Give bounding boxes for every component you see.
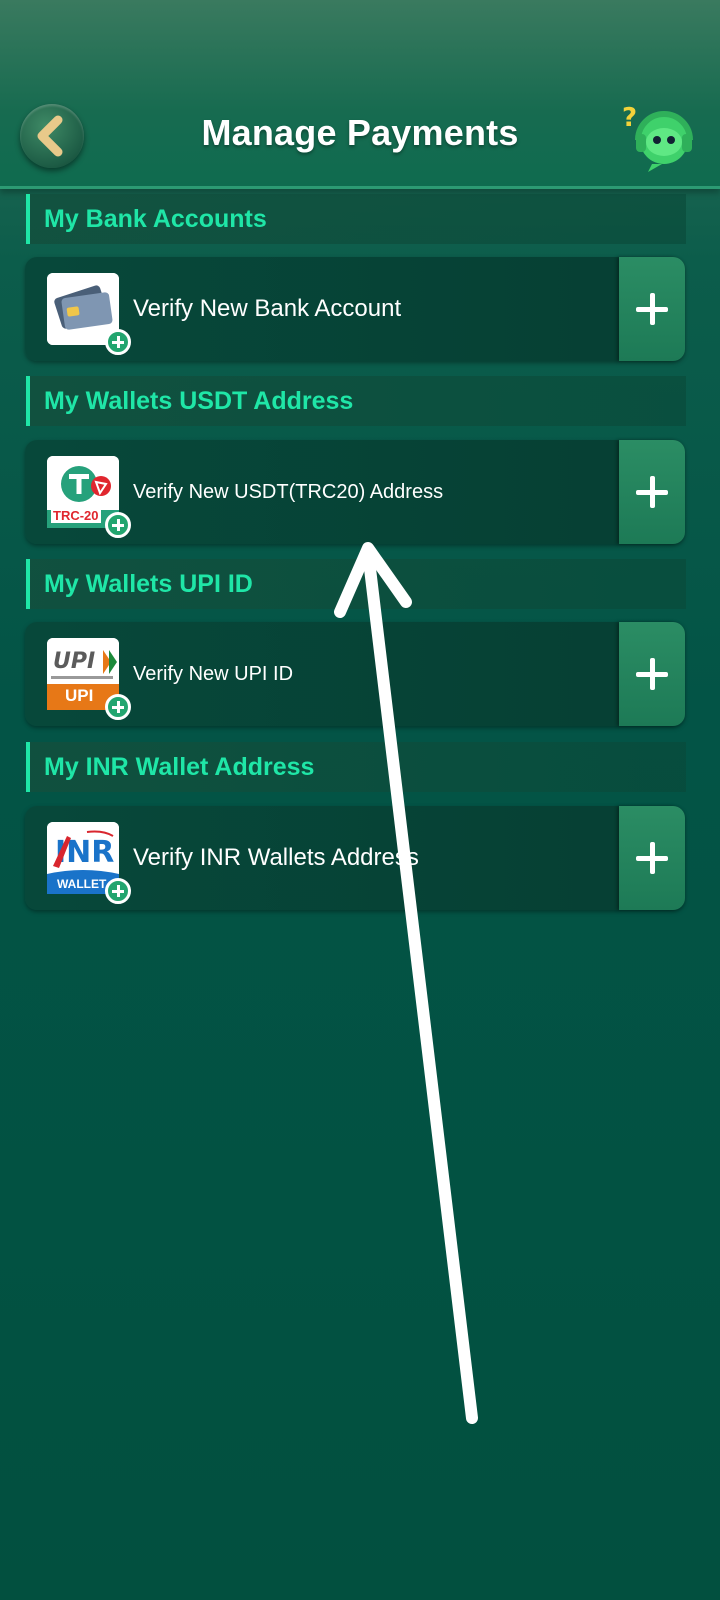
upi-icon: UPI UPI [47, 638, 131, 720]
customer-support-button[interactable]: ? [622, 98, 702, 178]
section-title-usdt-address: My Wallets USDT Address [26, 376, 686, 426]
section-title-bank-accounts: My Bank Accounts [26, 194, 686, 244]
verify-usdt-address-label: Verify New USDT(TRC20) Address [133, 481, 444, 503]
inr-wallet-icon: INR WALLET [47, 822, 131, 904]
add-usdt-address-button[interactable] [619, 440, 685, 544]
verify-inr-wallet-card[interactable]: INR WALLET Verify INR Wallets Address [25, 806, 685, 910]
trc20-icon-text: TRC-20 [51, 508, 101, 523]
verify-upi-id-card[interactable]: UPI UPI Verify New UPI ID [25, 622, 685, 726]
verify-usdt-address-card[interactable]: TRC-20 Verify New USDT(TRC20) Address [25, 440, 685, 544]
inr-wallet-icon-text: WALLET [57, 877, 107, 891]
add-badge-icon [105, 694, 131, 720]
add-bank-account-button[interactable] [619, 257, 685, 361]
section-title-inr-wallet: My INR Wallet Address [26, 742, 686, 792]
add-inr-wallet-button[interactable] [619, 806, 685, 910]
section-title-upi-id: My Wallets UPI ID [26, 559, 686, 609]
add-badge-icon [105, 329, 131, 355]
add-badge-icon [105, 878, 131, 904]
verify-inr-wallet-label: Verify INR Wallets Address [133, 844, 419, 871]
add-upi-id-button[interactable] [619, 622, 685, 726]
upi-icon-text: UPI [65, 686, 94, 705]
page-title: Manage Payments [201, 112, 519, 153]
credit-card-icon [47, 273, 131, 355]
customer-support-icon: ? [622, 103, 693, 172]
verify-upi-id-label: Verify New UPI ID [133, 663, 294, 685]
svg-text:?: ? [622, 103, 637, 133]
add-badge-icon [105, 512, 131, 538]
verify-bank-account-label: Verify New Bank Account [133, 295, 402, 322]
usdt-trc20-icon: TRC-20 [47, 456, 131, 538]
verify-bank-account-card[interactable]: Verify New Bank Account [25, 257, 685, 361]
app-header: Manage Payments ? [0, 0, 720, 189]
svg-text:UPI: UPI [53, 649, 95, 674]
